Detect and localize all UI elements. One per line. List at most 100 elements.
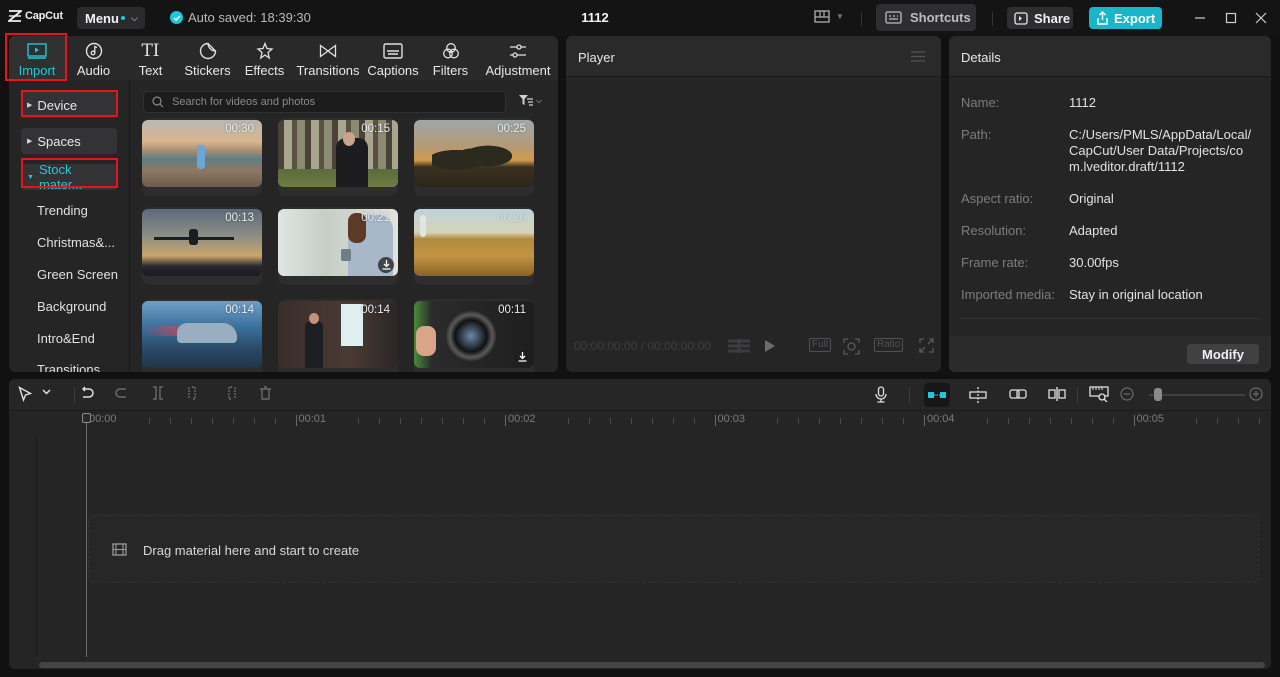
- tab-captions[interactable]: Captions: [363, 36, 423, 80]
- ratio-button[interactable]: Ratio: [874, 338, 904, 352]
- media-thumbnail[interactable]: 00:13: [142, 209, 262, 276]
- redo-icon[interactable]: [115, 386, 129, 400]
- keyboard-icon: [885, 11, 902, 24]
- media-thumbnail[interactable]: 00:15: [278, 120, 398, 187]
- full-quality-button[interactable]: Full: [809, 338, 832, 352]
- export-icon: [1097, 11, 1108, 25]
- divider: [961, 318, 1259, 319]
- tab-effects[interactable]: Effects: [236, 36, 293, 80]
- layout-button[interactable]: ▼: [814, 10, 844, 23]
- sidebar-item-stock-material[interactable]: ▼ Stock mater...: [21, 162, 117, 192]
- player-header: Player: [566, 36, 941, 77]
- tab-label: Transitions: [296, 63, 360, 78]
- tab-stickers[interactable]: Stickers: [179, 36, 236, 80]
- modify-button[interactable]: Modify: [1187, 344, 1259, 364]
- children-silhouettes: [432, 140, 512, 180]
- close-button[interactable]: [1252, 9, 1270, 27]
- media-thumbnail[interactable]: 00:14: [278, 301, 398, 368]
- preview-axis-icon[interactable]: [1048, 386, 1066, 402]
- tab-text[interactable]: TI Text: [122, 36, 179, 80]
- ruler-minor-tick: [169, 418, 171, 424]
- sidebar-subitem-trending[interactable]: Trending: [37, 203, 88, 218]
- sidebar-subitem-transitions[interactable]: Transitions: [37, 362, 100, 372]
- hamburger-menu-icon[interactable]: [911, 51, 925, 62]
- tab-adjustment[interactable]: Adjustment: [478, 36, 558, 80]
- trim-left-icon[interactable]: [188, 386, 200, 400]
- ruler-minor-tick: [651, 418, 653, 424]
- timeline-toolbar: [9, 379, 1271, 411]
- detail-label: Path:: [961, 127, 992, 142]
- playhead[interactable]: [86, 415, 87, 657]
- maximize-button[interactable]: [1222, 9, 1240, 27]
- zoom-slider-handle[interactable]: [1153, 388, 1162, 401]
- zoom-fit-icon[interactable]: [843, 338, 860, 355]
- link-icon[interactable]: [1009, 389, 1027, 399]
- main-track-magnet-toggle[interactable]: [924, 383, 950, 407]
- media-thumbnail[interactable]: 00:30: [142, 120, 262, 187]
- zoom-to-fit-timeline-icon[interactable]: [1089, 386, 1109, 402]
- shortcuts-button[interactable]: Shortcuts: [876, 4, 976, 31]
- tab-import[interactable]: Import: [9, 36, 65, 80]
- sidebar-subitem-background[interactable]: Background: [37, 299, 106, 314]
- filter-button[interactable]: ⌵: [519, 95, 542, 106]
- zoom-in-icon[interactable]: [1249, 387, 1263, 401]
- divider: [74, 387, 75, 403]
- select-tool-button[interactable]: [18, 386, 32, 402]
- media-thumbnail[interactable]: 00:14: [142, 301, 262, 368]
- ruler-major-tick: [295, 415, 297, 426]
- auto-snap-icon[interactable]: [969, 386, 987, 404]
- autosave-text: Auto saved: 18:39:30: [188, 10, 311, 25]
- detail-value: 1112: [1069, 95, 1096, 110]
- download-icon[interactable]: [378, 257, 394, 273]
- menu-button[interactable]: Menu ⌵: [77, 7, 145, 29]
- sidebar-subitem-intro-end[interactable]: Intro&End: [37, 331, 95, 346]
- download-icon[interactable]: [514, 349, 530, 365]
- playhead-handle[interactable]: [82, 413, 91, 423]
- ruler-minor-tick: [1049, 418, 1051, 424]
- export-label: Export: [1114, 10, 1156, 26]
- media-thumbnail[interactable]: 00:11: [414, 301, 534, 368]
- timeline-ruler[interactable]: 00:00 00:01 00:02 00:03 00:04 00:05: [9, 411, 1271, 433]
- ruler-minor-tick: [463, 418, 465, 424]
- detail-label: Frame rate:: [961, 255, 1029, 270]
- ruler-minor-tick: [693, 418, 695, 424]
- trim-right-icon[interactable]: [224, 386, 236, 400]
- split-icon[interactable]: [152, 386, 164, 400]
- media-thumbnail[interactable]: 00:21: [278, 209, 398, 276]
- sidebar-item-label: Device: [37, 97, 78, 113]
- tab-label: Stickers: [184, 63, 231, 78]
- ruler-minor-tick: [400, 418, 402, 424]
- tab-audio[interactable]: Audio: [65, 36, 122, 80]
- sidebar-item-device[interactable]: ▶ Device: [21, 92, 117, 118]
- fullscreen-icon[interactable]: [919, 338, 934, 353]
- sidebar-item-spaces[interactable]: ▶ Spaces: [21, 128, 117, 154]
- details-panel: Details Name: 1112 Path: C:/Users/PMLS/A…: [949, 36, 1271, 372]
- tab-transitions[interactable]: Transitions: [293, 36, 363, 80]
- chevron-down-icon[interactable]: [42, 389, 51, 395]
- delete-icon[interactable]: [259, 386, 272, 400]
- display-screen: [341, 304, 363, 346]
- share-button[interactable]: Share: [1007, 7, 1073, 29]
- search-input[interactable]: Search for videos and photos: [143, 91, 506, 113]
- ruler-minor-tick: [1070, 418, 1072, 424]
- ruler-minor-tick: [484, 418, 486, 424]
- timeline-zoom-slider[interactable]: [1149, 394, 1245, 396]
- zoom-out-icon[interactable]: [1120, 387, 1134, 401]
- export-button[interactable]: Export: [1089, 7, 1162, 29]
- microphone-icon[interactable]: [875, 386, 887, 403]
- media-thumbnail[interactable]: 00:25: [414, 120, 534, 187]
- sidebar-subitem-christmas[interactable]: Christmas&...: [37, 235, 115, 250]
- minimize-button[interactable]: [1191, 9, 1209, 27]
- sidebar-subitem-green-screen[interactable]: Green Screen: [37, 267, 118, 282]
- logo-text: CapCut: [25, 10, 63, 22]
- tab-filters[interactable]: Filters: [423, 36, 478, 80]
- timeline-drop-zone[interactable]: Drag material here and start to create: [88, 515, 1259, 583]
- grid-icon[interactable]: [728, 339, 750, 353]
- undo-icon[interactable]: [80, 386, 94, 400]
- ruler-minor-tick: [442, 418, 444, 424]
- sidebar-item-label: Spaces: [37, 133, 81, 149]
- play-icon[interactable]: [764, 339, 776, 353]
- media-thumbnail[interactable]: 00:20: [414, 209, 534, 276]
- detail-label: Aspect ratio:: [961, 191, 1034, 206]
- timeline-horizontal-scrollbar[interactable]: [39, 662, 1265, 668]
